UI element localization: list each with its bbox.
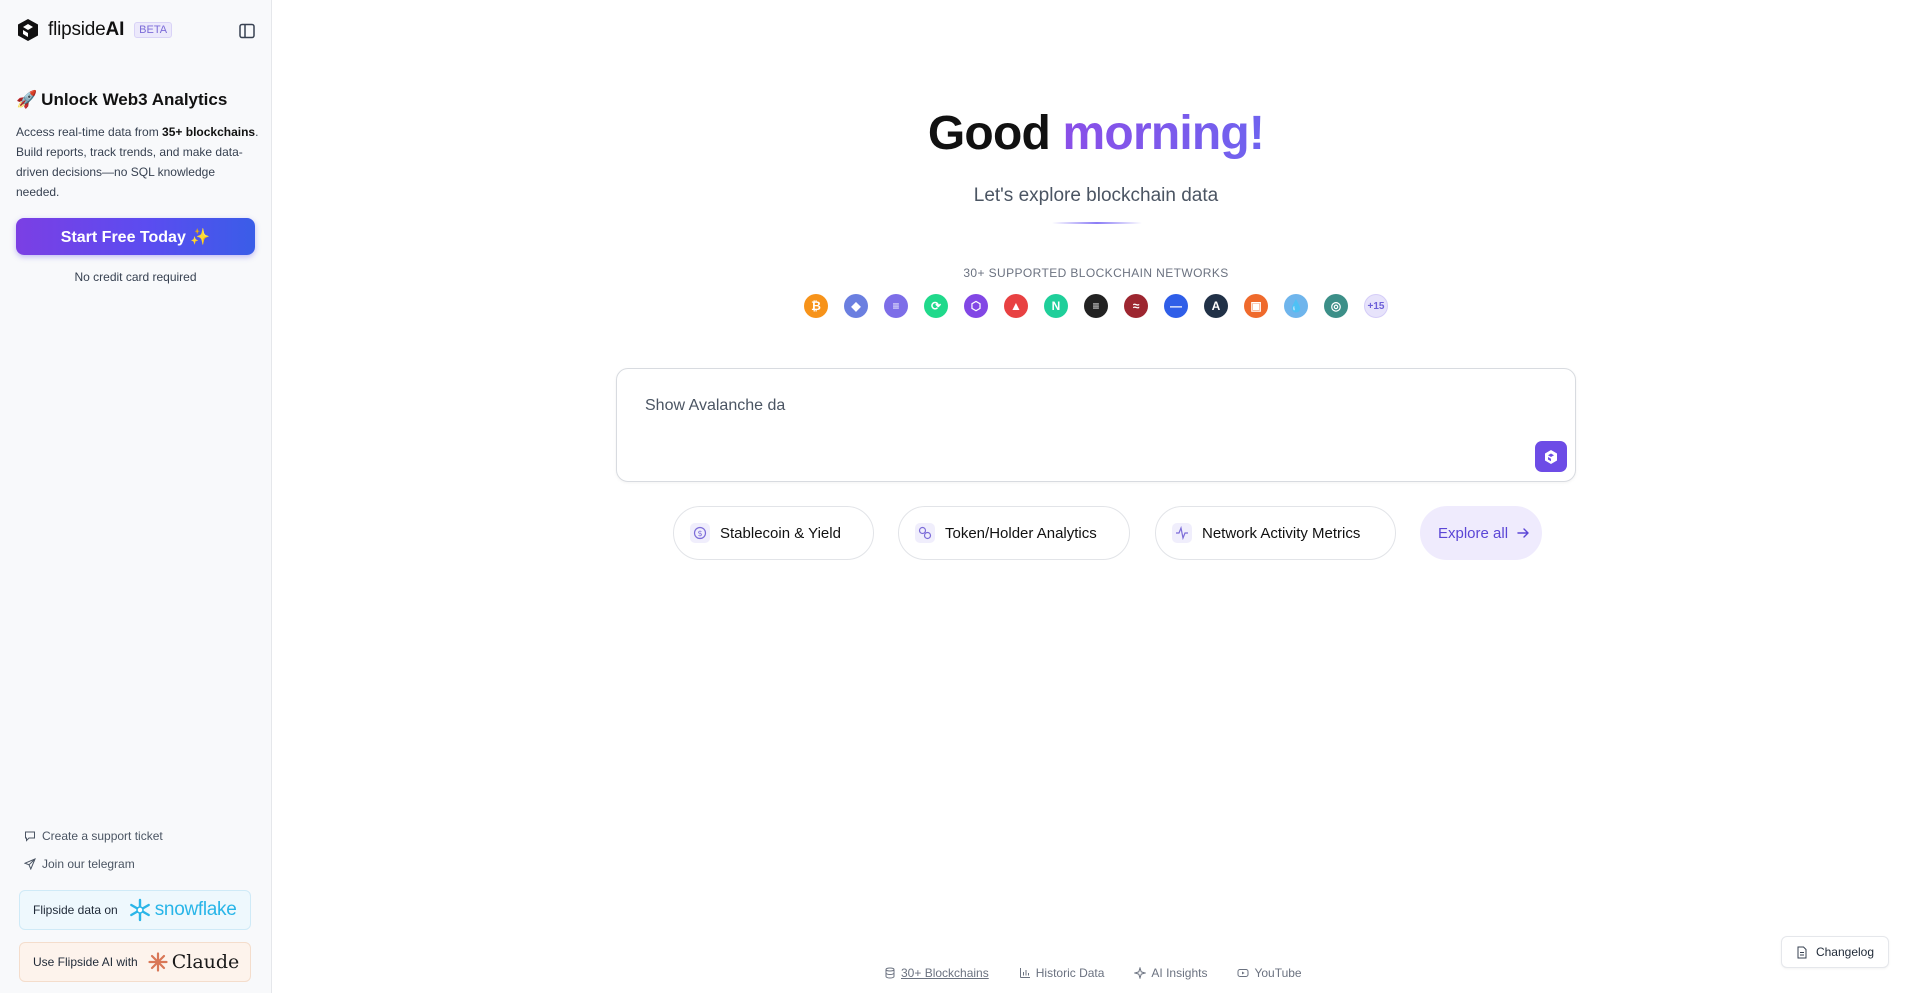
no-credit-card-note: No credit card required [74, 270, 197, 284]
footer-ai-insights-link[interactable]: AI Insights [1134, 966, 1207, 980]
brand[interactable]: flipsideAI BETA [16, 18, 173, 42]
send-icon [24, 858, 36, 870]
snowflake-partner-label: Flipside data on [33, 903, 118, 917]
footer-historic-data-link[interactable]: Historic Data [1019, 966, 1104, 980]
start-free-button[interactable]: Start Free Today ✨ [16, 218, 255, 255]
explore-all-button[interactable]: Explore all [1420, 506, 1542, 560]
sidebar: flipsideAI BETA 🚀 Unlock Web3 Analytics … [0, 0, 272, 993]
chain-blast-icon[interactable]: ▣ [1244, 294, 1268, 318]
chain-avalanche-icon[interactable]: ▲ [1004, 294, 1028, 318]
chain-icon-row: ₿ ◆ ≡ ⟳ ⬡ ▲ N ≡ ≈ — A ▣ 💧 ◎ +15 [804, 294, 1388, 318]
activity-icon [1172, 523, 1192, 543]
promo-card: 🚀 Unlock Web3 Analytics Access real-time… [16, 90, 260, 202]
chip-stablecoin-yield[interactable]: $ Stablecoin & Yield [673, 506, 874, 560]
flipside-logo-icon [18, 19, 38, 41]
greeting-heading: Good morning! [927, 107, 1265, 160]
youtube-icon [1237, 969, 1249, 977]
chain-aptos-icon[interactable]: ≡ [1084, 294, 1108, 318]
chip-token-holder-analytics[interactable]: Token/Holder Analytics [898, 506, 1130, 560]
dollar-icon: $ [690, 523, 710, 543]
chip-network-activity-metrics[interactable]: Network Activity Metrics [1155, 506, 1396, 560]
chain-solana-icon[interactable]: ≡ [884, 294, 908, 318]
footer-youtube-link[interactable]: YouTube [1237, 966, 1302, 980]
chain-sui-icon[interactable]: 💧 [1284, 294, 1308, 318]
chain-ethereum-icon[interactable]: ◆ [844, 294, 868, 318]
claude-partner-label: Use Flipside AI with [33, 955, 138, 969]
support-ticket-link[interactable]: Create a support ticket [24, 829, 163, 843]
arrow-right-icon [1517, 528, 1529, 538]
telegram-link[interactable]: Join our telegram [24, 857, 135, 871]
sparkle-icon [1134, 967, 1147, 979]
chain-flow-icon[interactable]: ⟳ [924, 294, 948, 318]
promo-description: Access real-time data from 35+ blockchai… [16, 125, 259, 199]
footer-links: 30+ Blockchains Historic Data AI Insight… [884, 966, 1302, 980]
send-cube-icon [1545, 449, 1557, 464]
chain-arbitrum-icon[interactable]: A [1204, 294, 1228, 318]
subtitle: Let's explore blockchain data [973, 185, 1219, 206]
database-icon [885, 967, 895, 979]
chart-icon [1019, 968, 1030, 978]
changelog-button[interactable]: Changelog [1781, 936, 1889, 968]
brand-name: flipsideAI [48, 19, 125, 40]
snowflake-logo: snowflake [128, 898, 237, 922]
prompt-box [616, 368, 1576, 482]
svg-text:$: $ [697, 529, 702, 538]
sidebar-toggle-icon[interactable] [238, 22, 256, 40]
chain-sei-icon[interactable]: ≈ [1124, 294, 1148, 318]
snowflake-partner-card[interactable]: Flipside data on snowflake [19, 890, 251, 930]
chain-bitcoin-icon[interactable]: ₿ [804, 294, 828, 318]
claude-spark-icon [148, 952, 168, 972]
claude-logo: Claude [148, 951, 239, 973]
chain-near-icon[interactable]: N [1044, 294, 1068, 318]
chain-cosmos-icon[interactable]: ◎ [1324, 294, 1348, 318]
prompt-input[interactable] [645, 397, 1525, 415]
beta-badge: BETA [134, 22, 173, 38]
networks-label: 30+ SUPPORTED BLOCKCHAIN NETWORKS [963, 266, 1229, 280]
subtitle-divider [1052, 222, 1142, 224]
link-icon [915, 523, 935, 543]
claude-partner-card[interactable]: Use Flipside AI with Claude [19, 942, 251, 982]
snowflake-icon [129, 898, 150, 922]
footer-blockchains-link[interactable]: 30+ Blockchains [884, 966, 989, 980]
chain-more-badge[interactable]: +15 [1364, 294, 1388, 318]
chain-polygon-icon[interactable]: ⬡ [964, 294, 988, 318]
rocket-icon: 🚀 [16, 90, 38, 109]
promo-title: 🚀 Unlock Web3 Analytics [16, 90, 228, 109]
message-icon [25, 831, 35, 842]
chain-base-icon[interactable]: — [1164, 294, 1188, 318]
send-button[interactable] [1535, 441, 1567, 472]
document-icon [1797, 946, 1807, 958]
